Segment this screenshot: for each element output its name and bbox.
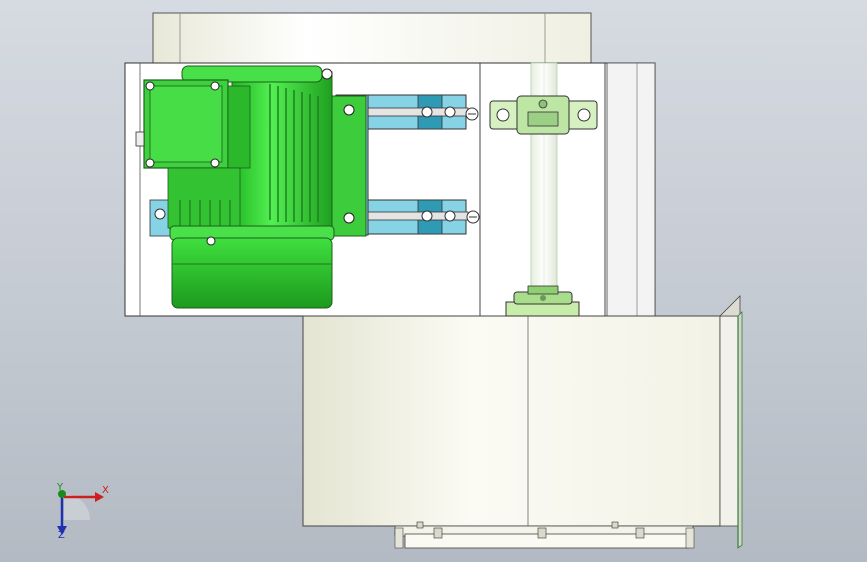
cad-3d-viewport[interactable]: X Y Z: [0, 0, 867, 562]
y-axis-label: Y: [57, 482, 64, 493]
upper-cylinder[interactable]: [152, 12, 592, 66]
motor-bracket-bottom[interactable]: [363, 199, 480, 235]
motor-bracket-top[interactable]: [363, 94, 479, 130]
assembly-model[interactable]: [0, 0, 867, 562]
lower-housing[interactable]: [302, 295, 743, 549]
x-axis-label: X: [102, 485, 109, 496]
bolt-icon: [466, 210, 480, 224]
bolt-icon: [465, 107, 479, 121]
pillow-block-bearing-icon[interactable]: [489, 95, 598, 135]
z-axis-label: Z: [58, 530, 65, 541]
